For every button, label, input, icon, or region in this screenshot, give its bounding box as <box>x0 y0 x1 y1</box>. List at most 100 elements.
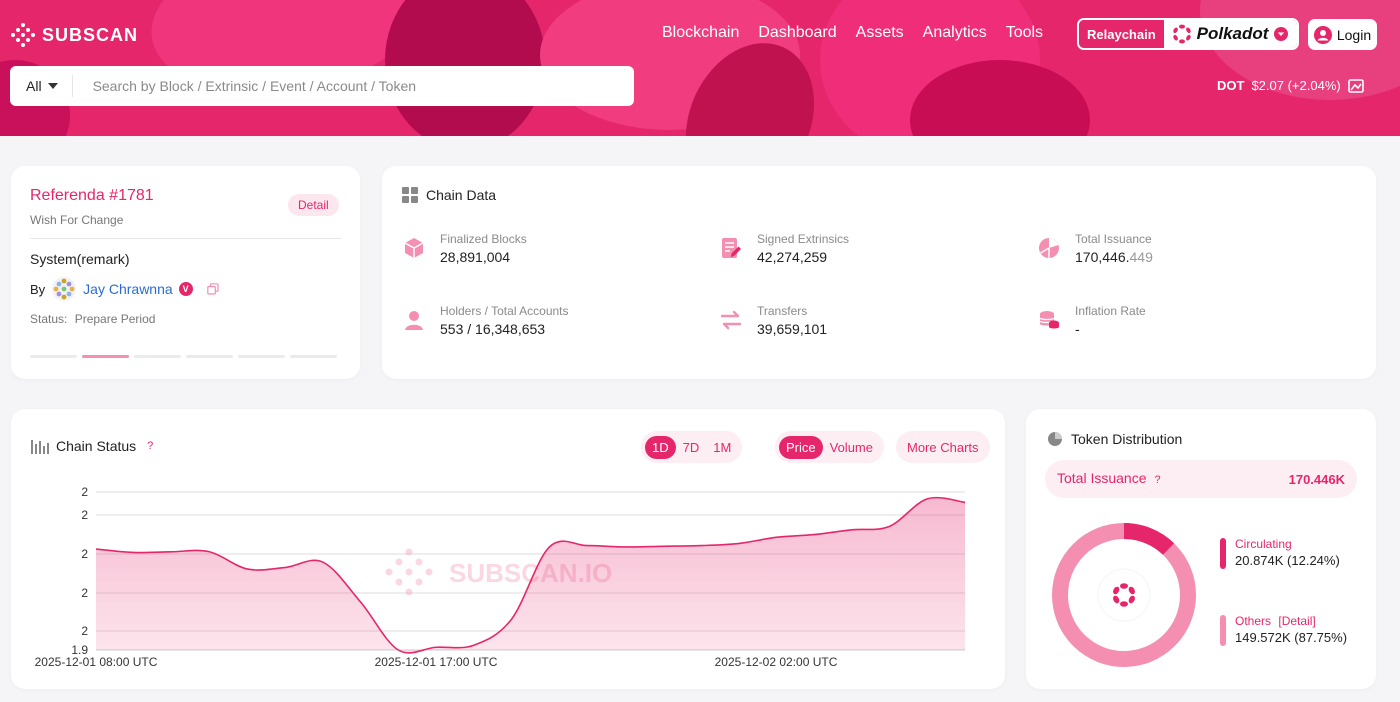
search-input[interactable] <box>72 78 593 94</box>
progress-step <box>290 355 337 358</box>
help-icon[interactable]: ? <box>1155 474 1161 486</box>
total-issuance-bar: Total Issuance? 170.446K <box>1045 460 1357 498</box>
price-ticker: DOT $2.07 (+2.04%) <box>1217 78 1364 93</box>
referenda-title[interactable]: Referenda #1781 <box>30 187 154 205</box>
user-icon <box>405 311 423 330</box>
nav-blockchain[interactable]: Blockchain <box>662 24 739 42</box>
pie-chart-icon <box>1048 432 1062 446</box>
legend-name: Circulating <box>1235 537 1292 551</box>
y-tick-label: 2 <box>81 624 88 638</box>
legend-value: 20.874K (12.24%) <box>1235 553 1340 568</box>
nav-analytics[interactable]: Analytics <box>923 24 987 42</box>
progress-step <box>238 355 285 358</box>
referenda-progress <box>30 355 337 358</box>
nav-assets[interactable]: Assets <box>856 24 904 42</box>
metric-total-issuance: Total Issuance 170,446.449 <box>1037 232 1153 265</box>
progress-step <box>186 355 233 358</box>
metric-label: Inflation Rate <box>1075 304 1146 318</box>
network-name: Polkadot <box>1196 24 1269 43</box>
progress-step <box>134 355 181 358</box>
logo[interactable]: SUBSCAN <box>10 22 138 48</box>
chain-data-card: Chain Data Finalized Blocks 28,891,004 S… <box>382 166 1376 379</box>
metric-label: Finalized Blocks <box>440 232 527 246</box>
document-icon <box>722 238 741 258</box>
metric-transfers: Transfers 39,659,101 <box>719 304 827 337</box>
metric-value[interactable]: 553 / 16,348,653 <box>440 321 569 337</box>
nav-dashboard[interactable]: Dashboard <box>758 24 836 42</box>
caret-down-icon <box>47 83 58 89</box>
x-axis-ticks: 2025-12-01 08:00 UTC 2025-12-01 17:00 UTC… <box>35 655 838 669</box>
legend-others: Others [Detail] 149.572K (87.75%) <box>1220 614 1347 646</box>
metric-label: Total Issuance <box>1075 232 1152 246</box>
total-issuance-label: Total Issuance <box>1057 470 1147 486</box>
y-tick-label: 2 <box>81 586 88 600</box>
search-scope-select[interactable]: All <box>10 75 73 97</box>
metric-value[interactable]: 39,659,101 <box>757 321 827 337</box>
legend-circulating: Circulating 20.874K (12.24%) <box>1220 537 1340 569</box>
grid-icon <box>402 187 418 203</box>
price-value: $2.07 (+2.04%) <box>1251 78 1341 93</box>
metric-value[interactable]: 28,891,004 <box>440 249 527 265</box>
logo-text: SUBSCAN <box>42 24 139 45</box>
chain-data-header: Chain Data <box>402 187 496 203</box>
pie-icon <box>1039 238 1059 258</box>
metric-label: Transfers <box>757 304 808 318</box>
subscan-logo-icon <box>11 23 35 47</box>
others-detail-link[interactable]: [Detail] <box>1278 614 1315 628</box>
referenda-author-row: By Jay Chrawnna V <box>30 276 219 302</box>
token-donut-chart <box>1052 523 1196 667</box>
referenda-card: Referenda #1781 Wish For Change Detail S… <box>11 166 360 379</box>
chain-status-card: Chain Status ? 1D 7D 1M Price Volume Mor… <box>11 409 1005 689</box>
chart-image-icon[interactable] <box>1347 78 1364 93</box>
token-distribution-title: Token Distribution <box>1071 431 1183 447</box>
metric-value[interactable]: 42,274,259 <box>757 249 849 265</box>
transfer-icon <box>720 310 742 330</box>
y-tick-label: 2 <box>81 508 88 522</box>
x-tick-label: 2025-12-02 02:00 UTC <box>715 655 838 669</box>
metric-inflation-rate: Inflation Rate - <box>1037 304 1146 337</box>
network-select[interactable]: Polkadot <box>1163 20 1298 48</box>
metric-value-main: 170,446. <box>1075 249 1130 265</box>
chain-data-title: Chain Data <box>426 187 497 203</box>
nav-tools[interactable]: Tools <box>1006 24 1043 42</box>
legend-value: 149.572K (87.75%) <box>1235 630 1348 645</box>
referenda-method: System(remark) <box>30 251 130 267</box>
site-header: SUBSCAN Blockchain Dashboard Assets Anal… <box>0 0 1400 136</box>
login-button[interactable]: Login <box>1308 19 1377 50</box>
referenda-detail-button[interactable]: Detail <box>288 194 339 216</box>
legend-swatch <box>1220 615 1226 646</box>
token-distribution-header: Token Distribution <box>1047 431 1182 447</box>
metric-value-decimals: 449 <box>1129 249 1153 265</box>
total-issuance-value: 170.446K <box>1288 471 1345 487</box>
price-chart: SUBSCAN.IO 222221.9 2025-12-01 08:00 UTC… <box>35 485 966 669</box>
status-value: Prepare Period <box>74 312 156 326</box>
referenda-author[interactable]: Jay Chrawnna <box>83 281 173 297</box>
metric-finalized-blocks: Finalized Blocks 28,891,004 <box>402 232 527 265</box>
login-label: Login <box>1336 26 1372 43</box>
metric-value: - <box>1075 321 1080 337</box>
status-label: Status: <box>30 312 68 326</box>
y-axis-ticks: 222221.9 <box>71 485 88 657</box>
y-tick-label: 2 <box>81 547 88 561</box>
metric-holders: Holders / Total Accounts 553 / 16,348,65… <box>402 304 569 337</box>
progress-step <box>82 355 129 358</box>
metric-value: 170,446.449 <box>1075 249 1153 265</box>
progress-step <box>30 355 77 358</box>
avatar[interactable] <box>51 276 77 302</box>
user-circle-icon <box>1313 25 1332 44</box>
relaychain-badge[interactable]: Relaychain <box>1079 20 1164 48</box>
token-distribution-card: Token Distribution Total Issuance? 170.4… <box>1026 409 1376 689</box>
metric-signed-extrinsics: Signed Extrinsics 42,274,259 <box>719 232 849 265</box>
total-issuance-label-group: Total Issuance? <box>1057 470 1161 488</box>
x-tick-label: 2025-12-01 17:00 UTC <box>375 655 498 669</box>
coins-icon <box>1039 311 1059 329</box>
legend-swatch <box>1220 538 1226 569</box>
legend-name-row: Others [Detail] <box>1235 614 1347 628</box>
copy-icon[interactable] <box>206 283 219 295</box>
y-tick-label: 2 <box>81 485 88 499</box>
by-label: By <box>30 281 46 297</box>
legend-name: Others <box>1235 614 1272 628</box>
search-bar: All <box>10 66 634 106</box>
cube-icon <box>404 238 424 258</box>
network-switcher[interactable]: Relaychain Polkadot <box>1077 18 1300 50</box>
